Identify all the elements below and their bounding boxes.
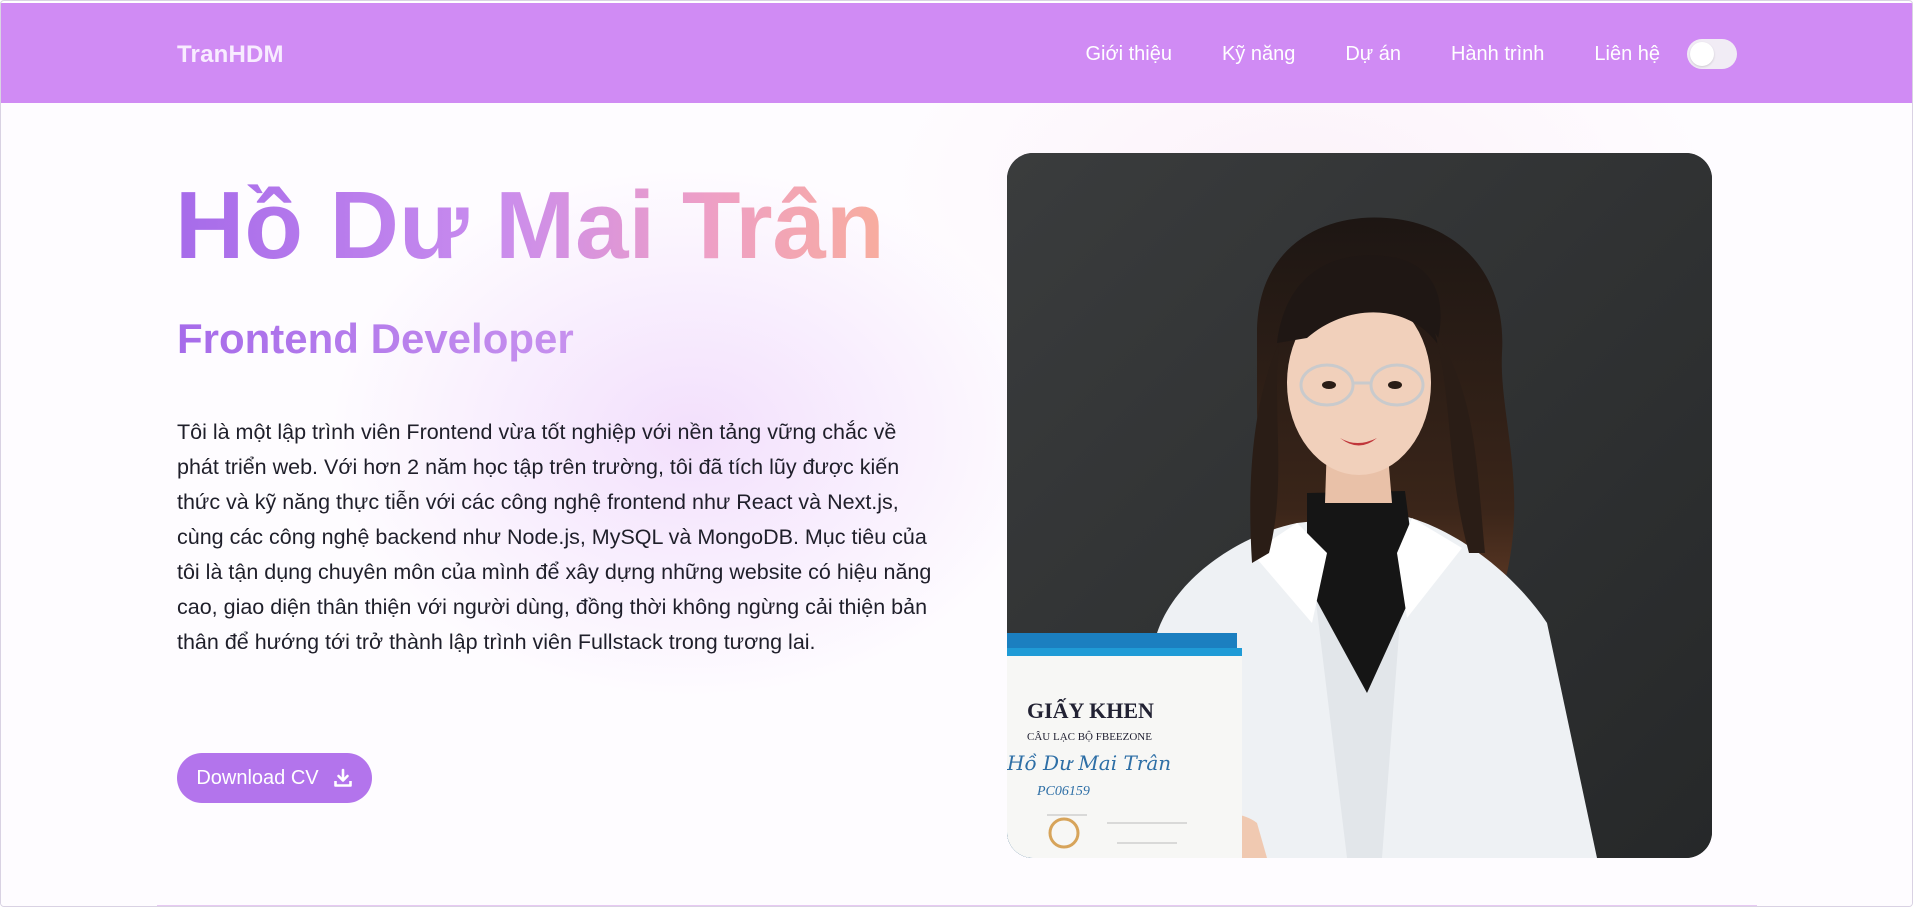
hero-section: Hồ Dư Mai Trân Frontend Developer Tôi là… <box>1 103 1912 906</box>
nav-link-skills[interactable]: Kỹ năng <box>1222 43 1295 66</box>
profile-photo: GIẤY KHEN CÂU LẠC BỘ FBEEZONE Hồ Dư Mai … <box>1007 153 1712 858</box>
toggle-knob <box>1690 42 1714 66</box>
brand-logo[interactable]: TranHDM <box>177 41 284 69</box>
navbar: TranHDM Giới thiệu Kỹ năng Dự án Hành tr… <box>1 3 1912 103</box>
profile-photo-illustration: GIẤY KHEN CÂU LẠC BỘ FBEEZONE Hồ Dư Mai … <box>1007 153 1712 858</box>
theme-toggle[interactable] <box>1687 39 1737 69</box>
download-cv-label: Download CV <box>196 766 319 789</box>
hero-role: Frontend Developer <box>177 315 574 362</box>
nav-link-about[interactable]: Giới thiệu <box>1085 43 1171 66</box>
certificate-student-id: PC06159 <box>1036 784 1090 799</box>
certificate: GIẤY KHEN CÂU LẠC BỘ FBEEZONE Hồ Dư Mai … <box>1007 633 1242 858</box>
certificate-title: GIẤY KHEN <box>1027 698 1154 723</box>
download-cv-button[interactable]: Download CV <box>177 753 372 803</box>
browser-viewport: TranHDM Giới thiệu Kỹ năng Dự án Hành tr… <box>0 0 1913 907</box>
hero-bio: Tôi là một lập trình viên Frontend vừa t… <box>177 420 932 654</box>
nav-link-journey[interactable]: Hành trình <box>1451 43 1544 66</box>
nav-link-projects[interactable]: Dự án <box>1345 43 1401 66</box>
download-icon <box>333 768 353 788</box>
nav-links: Giới thiệu Kỹ năng Dự án Hành trình Liên… <box>1085 43 1660 66</box>
certificate-subtitle: CÂU LẠC BỘ FBEEZONE <box>1027 731 1152 743</box>
nav-link-contact[interactable]: Liên hệ <box>1594 43 1660 66</box>
certificate-recipient: Hồ Dư Mai Trân <box>1007 751 1171 775</box>
hero-name: Hồ Dư Mai Trân <box>175 172 885 279</box>
